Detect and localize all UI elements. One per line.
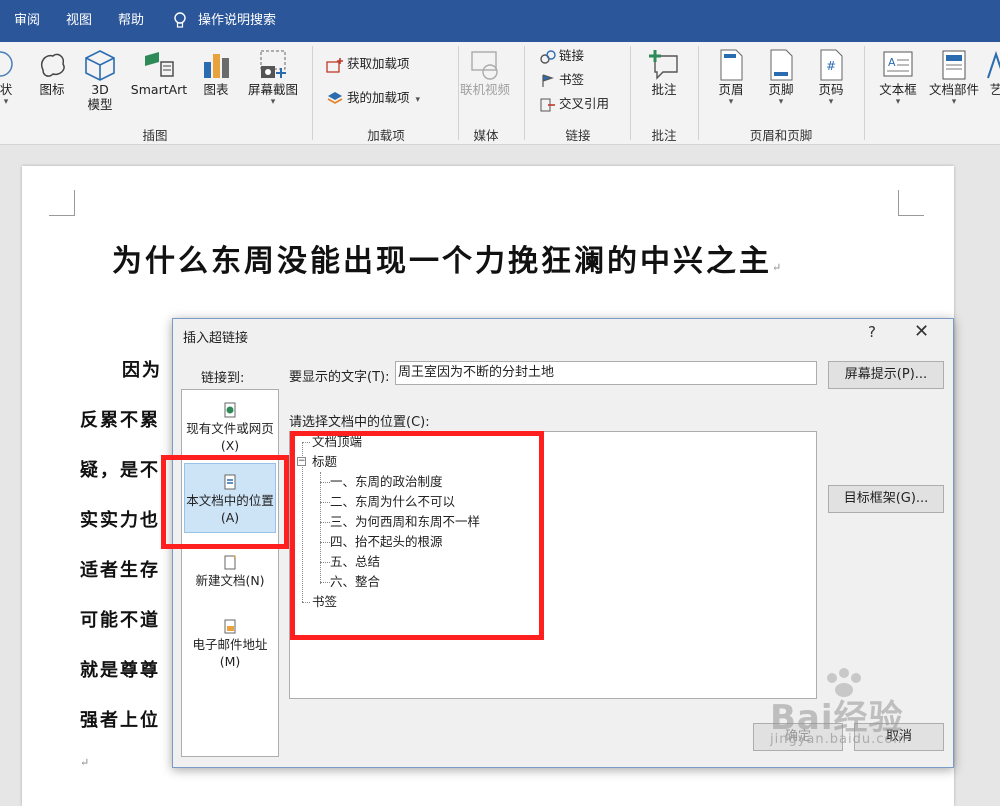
comment-button[interactable]: 批注 <box>636 48 692 97</box>
help-button[interactable]: ? <box>868 323 876 341</box>
online-video-button[interactable]: 联机视频 <box>454 48 516 97</box>
link-icon <box>540 49 556 64</box>
new-comment-icon <box>649 50 678 80</box>
paragraph-line: 就是尊尊 <box>80 660 160 681</box>
textbox-icon: A <box>883 51 913 77</box>
paragraph-line: 实实力也 <box>80 510 160 531</box>
group-separator <box>864 46 865 140</box>
annotation-box-link-option <box>161 455 289 549</box>
link-to-label: 链接到: <box>201 371 245 386</box>
paragraph-line: 可能不道 <box>80 610 160 631</box>
document-parts-icon <box>942 50 966 80</box>
paragraph-line: 适者生存 <box>80 560 160 581</box>
smartart-icon <box>145 52 174 77</box>
lightbulb-icon <box>174 12 186 28</box>
group-label-header-footer: 页眉和页脚 <box>749 128 813 143</box>
group-label-addins: 加载项 <box>367 128 405 143</box>
svg-text:A: A <box>888 56 896 69</box>
group-label-media: 媒体 <box>473 128 499 143</box>
cross-reference-button[interactable]: 交叉引用 <box>540 94 609 114</box>
textbox-button[interactable]: A 文本框 ▾ <box>872 48 924 107</box>
footer-button[interactable]: 页脚 ▾ <box>756 48 806 107</box>
tell-me-search[interactable]: 操作说明搜索 <box>198 0 276 42</box>
globe-file-icon <box>224 402 236 418</box>
my-addins-button[interactable]: 我的加载项 ▾ <box>326 88 420 108</box>
bar-chart-icon <box>204 54 229 78</box>
document-title: 为什么东周没能出现一个力挽狂澜的中兴之主↵ <box>112 244 785 279</box>
crop-mark <box>898 190 924 216</box>
tab-help[interactable]: 帮助 <box>118 0 144 42</box>
bookmark-icon <box>542 73 554 87</box>
crop-mark <box>49 190 75 216</box>
display-text-label: 要显示的文字(T): <box>289 370 390 385</box>
page-number-button[interactable]: # 页码 ▾ <box>806 48 856 107</box>
shapes-icon <box>0 51 13 77</box>
group-separator <box>630 46 631 140</box>
select-place-label: 请选择文档中的位置(C): <box>289 415 430 430</box>
group-separator <box>312 46 313 140</box>
screenshot-icon <box>260 50 286 78</box>
wordart-button[interactable]: 艺 <box>986 48 1000 97</box>
display-text-input[interactable]: 周王室因为不断的分封土地 <box>395 361 817 385</box>
icons-button[interactable]: 图标 <box>30 48 74 97</box>
group-label-illustrations: 插图 <box>142 128 168 143</box>
get-addins-button[interactable]: 获取加载项 <box>326 54 410 74</box>
chart-button[interactable]: 图表 <box>196 48 236 97</box>
paragraph-mark: ↵ <box>80 756 92 769</box>
email-icon <box>224 619 236 634</box>
tab-view[interactable]: 视图 <box>66 0 92 42</box>
group-label-comments: 批注 <box>651 128 677 143</box>
footer-icon <box>770 49 793 81</box>
link-to-existing-file[interactable]: 现有文件或网页(X) <box>184 400 276 456</box>
target-frame-button[interactable]: 目标框架(G)... <box>828 485 944 513</box>
ribbon-tab-bar: 审阅 视图 帮助 操作说明搜索 <box>0 0 1000 42</box>
screen-tip-button[interactable]: 屏幕提示(P)... <box>828 361 944 389</box>
paragraph-line: 因为 <box>122 360 162 381</box>
paragraph-line: 反累不累 <box>80 410 160 431</box>
cube-icon <box>85 50 115 81</box>
group-label-links: 链接 <box>565 128 591 143</box>
header-button[interactable]: 页眉 ▾ <box>706 48 756 107</box>
online-video-icon <box>471 51 498 80</box>
group-separator <box>698 46 699 140</box>
addin-store-icon <box>326 57 343 73</box>
my-addins-icon <box>327 91 343 104</box>
svg-text:#: # <box>826 59 836 73</box>
group-separator <box>524 46 525 140</box>
link-to-email-address[interactable]: 电子邮件地址(M) <box>184 618 276 674</box>
page-number-icon: # <box>820 49 843 81</box>
paragraph-line: 疑，是不 <box>80 460 160 481</box>
new-document-icon <box>224 555 236 570</box>
link-to-panel: 现有文件或网页(X) 本文档中的位置(A) 新建文档(N) 电子邮件地址(M) <box>181 389 279 757</box>
watermark-sub: jingyan.baidu.com <box>770 732 907 747</box>
close-button[interactable]: ✕ <box>914 321 929 342</box>
paragraph-line: 强者上位 <box>80 710 160 731</box>
smartart-button[interactable]: SmartArt <box>126 48 192 97</box>
tab-review[interactable]: 审阅 <box>14 0 40 42</box>
3d-models-button[interactable]: 3D 模型 <box>80 48 120 112</box>
header-icon <box>720 49 743 81</box>
dialog-title: 插入超链接 <box>183 331 249 346</box>
baidu-watermark: Bai经验 jingyan.baidu.com <box>752 668 998 776</box>
cross-reference-icon <box>540 98 555 111</box>
wordart-icon <box>987 50 1000 79</box>
bookmark-button[interactable]: 书签 <box>540 70 584 90</box>
link-to-new-document[interactable]: 新建文档(N) <box>184 554 276 594</box>
ribbon: 状 ▾ 图标 3D 模型 SmartArt 图表 屏幕截图 ▾ 插图 获取加载项… <box>0 42 1000 145</box>
link-button[interactable]: 链接 <box>540 46 584 66</box>
icons-icon <box>41 53 65 77</box>
screenshot-button[interactable]: 屏幕截图 ▾ <box>240 48 306 107</box>
document-parts-button[interactable]: 文档部件 ▾ <box>924 48 984 107</box>
shapes-button[interactable]: 状 ▾ <box>0 48 18 107</box>
annotation-box-place-tree <box>290 431 544 640</box>
